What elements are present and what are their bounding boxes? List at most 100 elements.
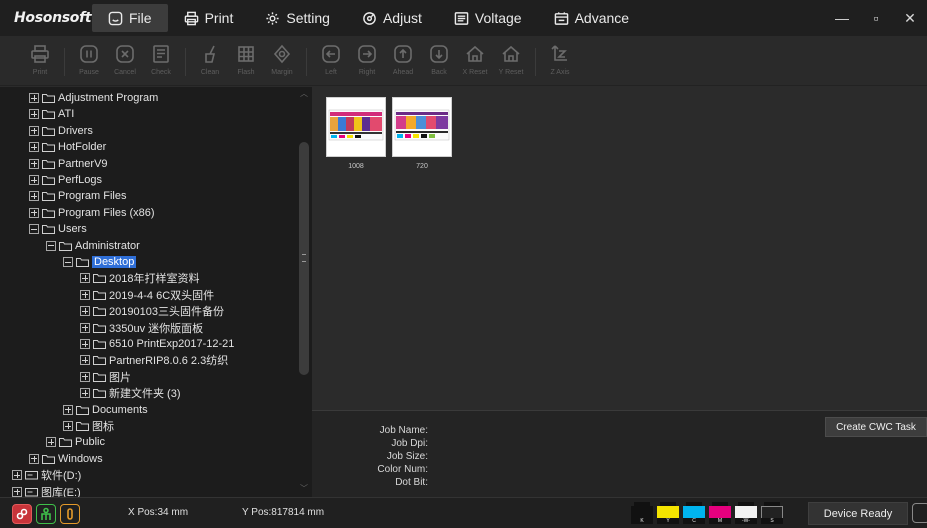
tree-item[interactable]: PerfLogs <box>29 172 102 188</box>
maximize-button[interactable]: ▫ <box>859 0 893 36</box>
expand-icon[interactable] <box>80 388 90 399</box>
expand-icon[interactable] <box>29 93 39 103</box>
cancel-button[interactable]: Cancel <box>107 36 143 86</box>
tree-item[interactable]: 2019-4-4 6C双头固件 <box>80 287 214 303</box>
expand-icon[interactable] <box>12 486 22 497</box>
expand-icon[interactable] <box>29 158 39 169</box>
flash-icon <box>238 46 254 62</box>
close-button[interactable]: ✕ <box>893 0 927 36</box>
expand-icon[interactable] <box>29 109 39 120</box>
collapse-icon[interactable] <box>63 257 73 267</box>
expand-icon[interactable] <box>12 470 22 481</box>
expand-icon[interactable] <box>63 404 73 415</box>
tree-item[interactable]: Program Files (x86) <box>29 205 155 221</box>
pause-icon <box>80 45 98 63</box>
device-status-button[interactable]: Device Ready <box>808 502 908 525</box>
tree-item[interactable]: Administrator <box>46 238 140 254</box>
expand-icon[interactable] <box>29 125 39 136</box>
menu-adjust-label: Adjust <box>382 10 422 26</box>
menu-voltage[interactable]: Voltage <box>438 4 538 32</box>
ahead-button[interactable]: Ahead <box>385 36 421 86</box>
expand-icon[interactable] <box>63 421 73 431</box>
tree-item[interactable]: 图标 <box>63 418 114 434</box>
settings-shortcut-icon[interactable] <box>912 503 927 523</box>
grip-icon <box>302 254 306 262</box>
tree-item-label: 2018年打样室资料 <box>109 273 200 286</box>
expand-icon[interactable] <box>80 322 90 333</box>
menu-file[interactable]: File <box>92 4 168 32</box>
back-button[interactable]: Back <box>421 36 457 86</box>
collapse-icon[interactable] <box>29 224 39 235</box>
tree-item[interactable]: Windows <box>29 451 103 467</box>
scroll-thumb[interactable] <box>299 142 309 375</box>
menu-print[interactable]: Print <box>168 4 250 32</box>
expand-icon[interactable] <box>80 273 90 284</box>
expand-icon[interactable] <box>80 355 90 366</box>
x-reset-label: X Reset <box>462 69 488 76</box>
x-reset-button[interactable]: X Reset <box>457 36 493 86</box>
ink-level-s: S <box>761 502 783 524</box>
tree-item[interactable]: 20190103三头固件备份 <box>80 303 224 319</box>
link-status-button[interactable] <box>12 504 32 524</box>
tree-item[interactable]: 3350uv 迷你版面板 <box>80 320 203 336</box>
expand-icon[interactable] <box>29 142 39 153</box>
expand-icon[interactable] <box>29 175 39 185</box>
expand-icon[interactable] <box>80 306 90 317</box>
menu-advance[interactable]: Advance <box>538 4 645 32</box>
expand-icon[interactable] <box>80 289 90 300</box>
tree-scrollbar[interactable]: ︿ ﹀ <box>298 87 310 497</box>
tree-item[interactable]: ATI <box>29 106 74 122</box>
z-axis-button[interactable]: Z Axis <box>542 36 578 86</box>
tree-item[interactable]: Desktop <box>63 254 137 270</box>
create-cwc-task-button[interactable]: Create CWC Task <box>825 417 927 437</box>
tree-item[interactable]: PartnerV9 <box>29 156 108 172</box>
scroll-up-icon[interactable]: ︿ <box>300 90 308 98</box>
right-button[interactable]: Right <box>349 36 385 86</box>
tree-item[interactable]: 6510 PrintExp2017-12-21 <box>80 336 234 352</box>
folder-icon <box>93 290 106 300</box>
tree-item[interactable]: 图库(E:) <box>12 484 81 497</box>
job-info-panel: Job Name: Job Dpi: Job Size: Color Num: … <box>312 410 927 497</box>
collapse-icon[interactable] <box>46 240 56 251</box>
tree-item-label: 6510 PrintExp2017-12-21 <box>109 338 235 350</box>
print-button[interactable]: Print <box>22 36 58 86</box>
tree-item[interactable]: 软件(D:) <box>12 467 81 483</box>
tree-item[interactable]: Drivers <box>29 123 93 139</box>
tree-item-label: Desktop <box>92 256 137 268</box>
worker-status-button[interactable] <box>36 504 56 524</box>
tree-item[interactable]: Users <box>29 221 87 237</box>
margin-button[interactable]: Margin <box>264 36 300 86</box>
expand-icon[interactable] <box>29 207 39 218</box>
left-button[interactable]: Left <box>313 36 349 86</box>
menu-adjust[interactable]: Adjust <box>346 4 438 32</box>
ink-status-button[interactable] <box>60 504 80 524</box>
ahead-label: Ahead <box>392 69 414 76</box>
expand-icon[interactable] <box>46 437 56 448</box>
y-reset-button[interactable]: Y Reset <box>493 36 529 86</box>
tree-item[interactable]: Program Files <box>29 188 126 204</box>
tree-item[interactable]: 新建文件夹 (3) <box>80 385 181 401</box>
ink-tag: Y <box>657 518 679 524</box>
minimize-button[interactable]: — <box>825 0 859 36</box>
menu-setting[interactable]: Setting <box>249 4 346 32</box>
expand-icon[interactable] <box>80 339 90 349</box>
scroll-down-icon[interactable]: ﹀ <box>300 485 308 493</box>
tree-item[interactable]: 图片 <box>80 369 131 385</box>
clean-button[interactable]: Clean <box>192 36 228 86</box>
tree-item[interactable]: HotFolder <box>29 139 106 155</box>
tree-item[interactable]: Documents <box>63 402 148 418</box>
expand-icon[interactable] <box>29 191 39 202</box>
check-button[interactable]: Check <box>143 36 179 86</box>
expand-icon[interactable] <box>29 453 39 464</box>
job-thumbnail[interactable] <box>392 97 452 157</box>
tree-item[interactable]: PartnerRIP8.0.6 2.3纺织 <box>80 352 228 368</box>
tree-item[interactable]: 2018年打样室资料 <box>80 270 199 286</box>
expand-icon[interactable] <box>80 371 90 382</box>
job-thumbnail[interactable] <box>326 97 386 157</box>
tree-item[interactable]: Adjustment Program <box>29 90 158 106</box>
ink-tag: -W- <box>735 518 757 524</box>
flash-button[interactable]: Flash <box>228 36 264 86</box>
pause-button[interactable]: Pause <box>71 36 107 86</box>
tree-item[interactable]: Public <box>46 434 105 450</box>
tree-item-label: 图库(E:) <box>41 486 81 497</box>
